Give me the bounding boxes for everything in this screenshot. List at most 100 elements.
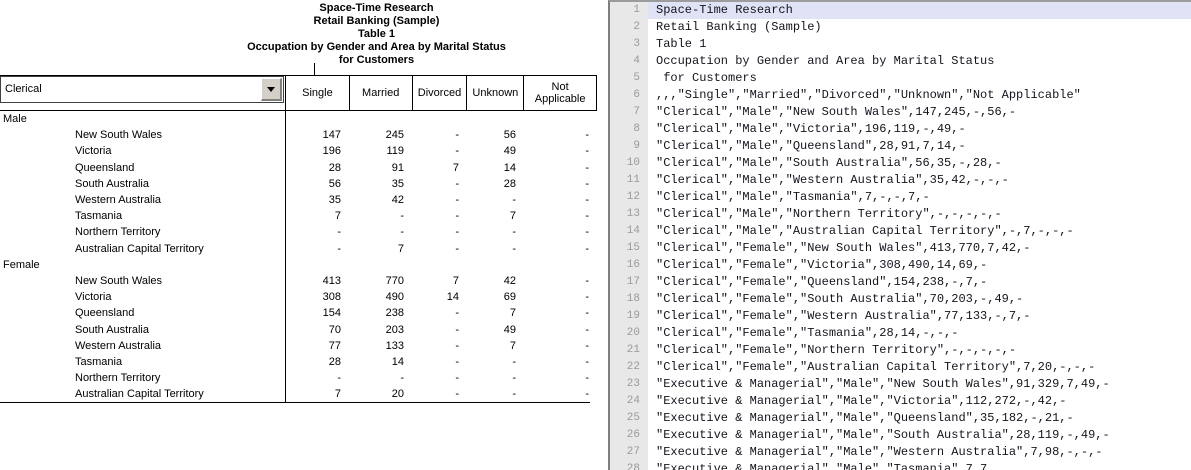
editor-line-23[interactable]: 23"Executive & Managerial","Male","New S…: [610, 376, 1191, 393]
line-text[interactable]: "Clerical","Male","Tasmania",7,-,-,7,-: [648, 189, 1191, 206]
line-number: 1: [610, 2, 648, 19]
line-text[interactable]: "Clerical","Male","Northern Territory",-…: [648, 206, 1191, 223]
title-line-table-number: Table 1: [145, 28, 608, 41]
table-cell: -: [524, 356, 597, 368]
line-text[interactable]: "Executive & Managerial","Male","Tasmani…: [648, 461, 1191, 470]
editor-line-19[interactable]: 19"Clerical","Female","Western Australia…: [610, 308, 1191, 325]
editor-line-24[interactable]: 24"Executive & Managerial","Male","Victo…: [610, 393, 1191, 410]
editor-line-15[interactable]: 15"Clerical","Female","New South Wales",…: [610, 240, 1191, 257]
editor-line-10[interactable]: 10"Clerical","Male","South Australia",56…: [610, 155, 1191, 172]
line-text[interactable]: "Executive & Managerial","Male","Victori…: [648, 393, 1191, 410]
group-label: Male: [0, 113, 285, 125]
editor-line-20[interactable]: 20"Clerical","Female","Tasmania",28,14,-…: [610, 325, 1191, 342]
table-row-male-northern-territory: Northern Territory-----: [0, 224, 597, 240]
editor-line-28[interactable]: 28"Executive & Managerial","Male","Tasma…: [610, 461, 1191, 470]
column-header-single: Single: [285, 75, 349, 110]
editor-line-7[interactable]: 7"Clerical","Male","New South Wales",147…: [610, 104, 1191, 121]
line-text[interactable]: ,,,"Single","Married","Divorced","Unknow…: [648, 87, 1191, 104]
table-cell: -: [524, 388, 597, 400]
csv-text-editor[interactable]: 1Space-Time Research2Retail Banking (Sam…: [608, 0, 1191, 470]
table-cell: -: [524, 162, 597, 174]
line-number: 8: [610, 121, 648, 138]
line-text[interactable]: "Clerical","Female","Tasmania",28,14,-,-…: [648, 325, 1191, 342]
line-text[interactable]: "Clerical","Female","Australian Capital …: [648, 359, 1191, 376]
group-label: Female: [0, 259, 285, 271]
editor-line-25[interactable]: 25"Executive & Managerial","Male","Queen…: [610, 410, 1191, 427]
line-text[interactable]: "Clerical","Female","Western Australia",…: [648, 308, 1191, 325]
editor-line-27[interactable]: 27"Executive & Managerial","Male","Weste…: [610, 444, 1191, 461]
table-row-female-tasmania: Tasmania2814---: [0, 354, 597, 370]
line-number: 28: [610, 461, 648, 470]
line-text[interactable]: Occupation by Gender and Area by Marital…: [648, 53, 1191, 70]
editor-line-21[interactable]: 21"Clerical","Female","Northern Territor…: [610, 342, 1191, 359]
line-text[interactable]: Retail Banking (Sample): [648, 19, 1191, 36]
editor-line-2[interactable]: 2Retail Banking (Sample): [610, 19, 1191, 36]
title-line-population: for Customers: [145, 54, 608, 67]
line-number: 27: [610, 444, 648, 461]
line-text[interactable]: "Clerical","Male","Queensland",28,91,7,1…: [648, 138, 1191, 155]
line-text[interactable]: "Clerical","Female","Northern Territory"…: [648, 342, 1191, 359]
line-text[interactable]: "Executive & Managerial","Male","South A…: [648, 427, 1191, 444]
line-text[interactable]: "Clerical","Male","South Australia",56,3…: [648, 155, 1191, 172]
line-text[interactable]: "Executive & Managerial","Male","Western…: [648, 444, 1191, 461]
table-row-male-tasmania: Tasmania7--7-: [0, 208, 597, 224]
table-cell: -: [467, 388, 524, 400]
row-label: Queensland: [0, 162, 285, 174]
row-label: New South Wales: [0, 129, 285, 141]
column-header-not-applicable: Not Applicable: [523, 75, 596, 110]
editor-line-3[interactable]: 3Table 1: [610, 36, 1191, 53]
line-text[interactable]: "Clerical","Female","Victoria",308,490,1…: [648, 257, 1191, 274]
editor-line-11[interactable]: 11"Clerical","Male","Western Australia",…: [610, 172, 1191, 189]
line-number: 11: [610, 172, 648, 189]
line-number: 18: [610, 291, 648, 308]
line-text[interactable]: for Customers: [648, 70, 1191, 87]
table-cell: -: [467, 356, 524, 368]
table-cell: -: [412, 340, 467, 352]
editor-line-8[interactable]: 8"Clerical","Male","Victoria",196,119,-,…: [610, 121, 1191, 138]
table-cell: -: [524, 210, 597, 222]
editor-line-26[interactable]: 26"Executive & Managerial","Male","South…: [610, 427, 1191, 444]
line-text[interactable]: Space-Time Research: [648, 2, 1191, 19]
line-number: 3: [610, 36, 648, 53]
wafer-dropdown-button[interactable]: [261, 78, 282, 101]
line-text[interactable]: "Clerical","Male","Australian Capital Te…: [648, 223, 1191, 240]
table-cell: 119: [349, 145, 412, 157]
editor-line-12[interactable]: 12"Clerical","Male","Tasmania",7,-,-,7,-: [610, 189, 1191, 206]
line-text[interactable]: Table 1: [648, 36, 1191, 53]
table-cell: -: [524, 129, 597, 141]
editor-line-5[interactable]: 5 for Customers: [610, 70, 1191, 87]
line-number: 23: [610, 376, 648, 393]
line-text[interactable]: "Clerical","Male","Western Australia",35…: [648, 172, 1191, 189]
line-text[interactable]: "Clerical","Female","South Australia",70…: [648, 291, 1191, 308]
wafer-dropdown[interactable]: Clerical: [0, 76, 284, 103]
line-text[interactable]: "Clerical","Female","New South Wales",41…: [648, 240, 1191, 257]
table-cell: 14: [349, 356, 412, 368]
editor-line-6[interactable]: 6,,,"Single","Married","Divorced","Unkno…: [610, 87, 1191, 104]
editor-line-22[interactable]: 22"Clerical","Female","Australian Capita…: [610, 359, 1191, 376]
line-number: 10: [610, 155, 648, 172]
line-text[interactable]: "Clerical","Female","Queensland",154,238…: [648, 274, 1191, 291]
title-line-table-name: Occupation by Gender and Area by Marital…: [145, 41, 608, 54]
editor-line-9[interactable]: 9"Clerical","Male","Queensland",28,91,7,…: [610, 138, 1191, 155]
line-text[interactable]: "Clerical","Male","New South Wales",147,…: [648, 104, 1191, 121]
line-number: 13: [610, 206, 648, 223]
editor-line-18[interactable]: 18"Clerical","Female","South Australia",…: [610, 291, 1191, 308]
table-cell: 42: [349, 194, 412, 206]
table-cell: -: [412, 307, 467, 319]
editor-line-4[interactable]: 4Occupation by Gender and Area by Marita…: [610, 53, 1191, 70]
editor-line-1[interactable]: 1Space-Time Research: [610, 2, 1191, 19]
header-divider-tick: [314, 63, 315, 75]
table-cell: 245: [349, 129, 412, 141]
editor-line-17[interactable]: 17"Clerical","Female","Queensland",154,2…: [610, 274, 1191, 291]
table-row-female-victoria: Victoria3084901469-: [0, 289, 597, 305]
editor-line-16[interactable]: 16"Clerical","Female","Victoria",308,490…: [610, 257, 1191, 274]
line-text[interactable]: "Executive & Managerial","Male","New Sou…: [648, 376, 1191, 393]
title-line-organisation: Space-Time Research: [145, 2, 608, 15]
line-text[interactable]: "Clerical","Male","Victoria",196,119,-,4…: [648, 121, 1191, 138]
table-cell: -: [412, 178, 467, 190]
editor-line-13[interactable]: 13"Clerical","Male","Northern Territory"…: [610, 206, 1191, 223]
row-label: New South Wales: [0, 275, 285, 287]
line-number: 9: [610, 138, 648, 155]
editor-line-14[interactable]: 14"Clerical","Male","Australian Capital …: [610, 223, 1191, 240]
line-text[interactable]: "Executive & Managerial","Male","Queensl…: [648, 410, 1191, 427]
